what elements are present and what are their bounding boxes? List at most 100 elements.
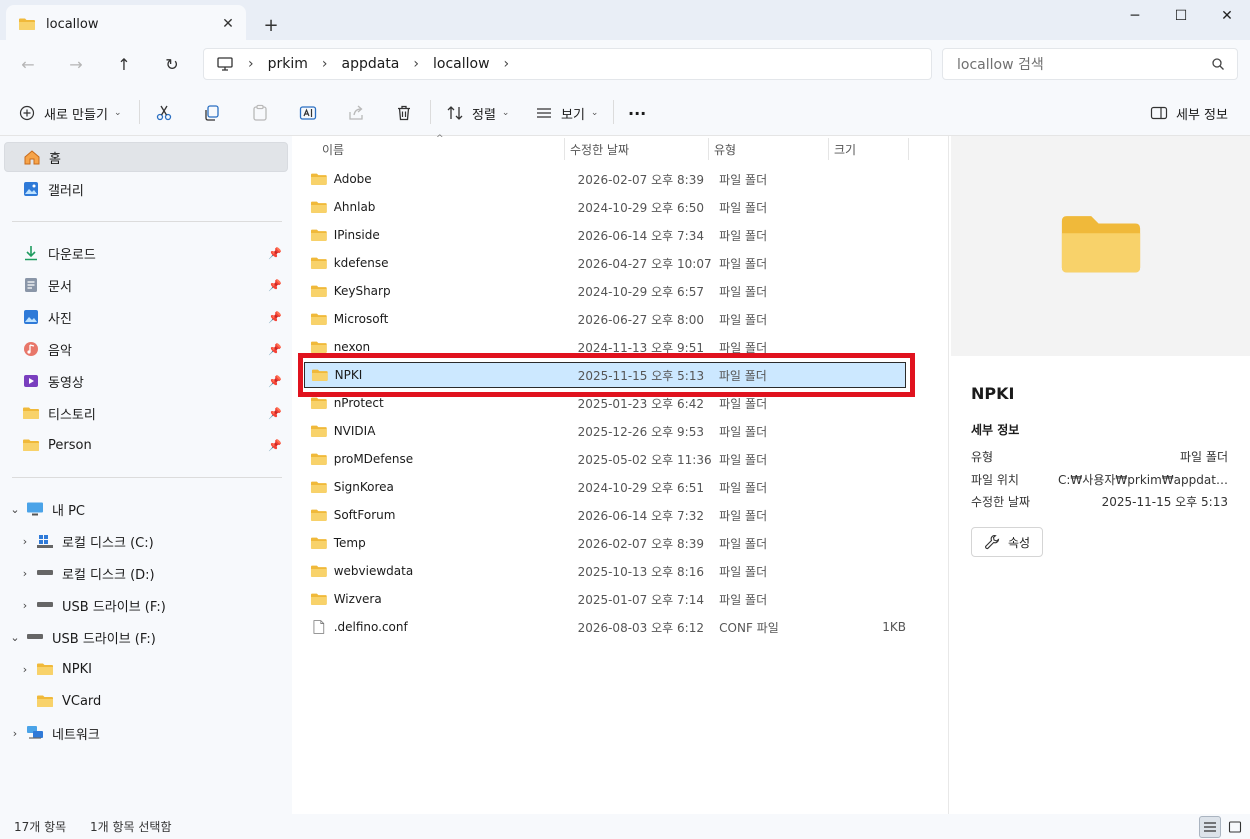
- new-tab-button[interactable]: +: [258, 12, 284, 38]
- breadcrumb-prkim[interactable]: prkim: [268, 56, 308, 72]
- chevron-right-icon[interactable]: ›: [322, 56, 328, 72]
- cell-type: 파일 폴더: [718, 368, 767, 383]
- table-row[interactable]: Wizvera 2025-01-07 오후 7:14 파일 폴더: [304, 586, 906, 612]
- sidebar-item-usb-f-1[interactable]: › USB 드라이브 (F:): [18, 590, 302, 620]
- sidebar-item-vcard[interactable]: VCard: [18, 686, 302, 716]
- delete-button[interactable]: [395, 100, 421, 126]
- pin-icon[interactable]: 📌: [268, 343, 282, 356]
- pin-icon[interactable]: 📌: [268, 247, 282, 260]
- table-row[interactable]: webviewdata 2025-10-13 오후 8:16 파일 폴더: [304, 558, 906, 584]
- table-row[interactable]: Adobe 2026-02-07 오후 8:39 파일 폴더: [304, 166, 906, 192]
- folder-icon: [310, 200, 328, 214]
- sidebar-item-drive-c[interactable]: › 로컬 디스크 (C:): [18, 526, 302, 556]
- pin-icon[interactable]: 📌: [268, 439, 282, 452]
- column-header-size[interactable]: 크기: [828, 136, 908, 162]
- cell-type: 파일 폴더: [719, 172, 768, 187]
- cut-button[interactable]: [155, 100, 181, 126]
- table-row[interactable]: IPinside 2026-06-14 오후 7:34 파일 폴더: [304, 222, 906, 248]
- table-row[interactable]: Temp 2026-02-07 오후 8:39 파일 폴더: [304, 530, 906, 556]
- tab-locallow[interactable]: locallow ✕: [6, 5, 246, 43]
- table-row[interactable]: proMDefense 2025-05-02 오후 11:36 파일 폴더: [304, 446, 906, 472]
- pin-icon[interactable]: 📌: [268, 375, 282, 388]
- column-header-name[interactable]: 이름: [316, 136, 564, 162]
- search-input[interactable]: locallow 검색: [942, 48, 1238, 80]
- column-header-type[interactable]: 유형: [708, 136, 828, 162]
- sidebar-item-drive-d[interactable]: › 로컬 디스크 (D:): [18, 558, 302, 588]
- new-button[interactable]: 새로 만들기 ⌄: [18, 100, 121, 126]
- sidebar-item-network[interactable]: › 네트워크: [8, 718, 292, 748]
- folder-icon: [310, 312, 328, 326]
- up-button[interactable]: ↑: [109, 50, 139, 78]
- paste-button[interactable]: [251, 100, 277, 126]
- chevron-right-icon[interactable]: ›: [18, 567, 32, 580]
- network-icon: [26, 725, 44, 741]
- tiles-view-icon: [1228, 821, 1242, 833]
- details-pane-button[interactable]: 세부 정보: [1150, 100, 1228, 126]
- chevron-right-icon[interactable]: ›: [248, 56, 254, 72]
- folder-icon: [310, 452, 328, 466]
- sidebar-item-videos[interactable]: 동영상 📌: [4, 366, 288, 396]
- cell-type: 파일 폴더: [719, 312, 768, 327]
- cell-name: KeySharp: [333, 284, 391, 298]
- sidebar-item-pictures[interactable]: 사진 📌: [4, 302, 288, 332]
- chevron-down-icon[interactable]: ⌄: [8, 503, 22, 516]
- rename-button[interactable]: [299, 100, 325, 126]
- pin-icon[interactable]: 📌: [268, 279, 282, 292]
- refresh-button[interactable]: ↻: [157, 50, 187, 78]
- table-row[interactable]: Ahnlab 2024-10-29 오후 6:50 파일 폴더: [304, 194, 906, 220]
- table-row[interactable]: Microsoft 2026-06-27 오후 8:00 파일 폴더: [304, 306, 906, 332]
- sidebar-item-documents[interactable]: 문서 📌: [4, 270, 288, 300]
- pc-icon: [26, 501, 44, 517]
- minimize-icon[interactable]: ─: [1112, 0, 1158, 32]
- chevron-down-icon[interactable]: ⌄: [8, 631, 22, 644]
- sidebar-item-downloads[interactable]: 다운로드 📌: [4, 238, 288, 268]
- sidebar-item-home[interactable]: 홈: [4, 142, 288, 172]
- maximize-icon[interactable]: ☐: [1158, 0, 1204, 32]
- table-row[interactable]: kdefense 2026-04-27 오후 10:07 파일 폴더: [304, 250, 906, 276]
- column-header-date[interactable]: 수정한 날짜: [564, 136, 708, 162]
- table-row[interactable]: .delfino.conf 2026-08-03 오후 6:12 CONF 파일 1K…: [304, 614, 906, 640]
- sidebar-item-gallery[interactable]: 갤러리: [4, 174, 288, 204]
- table-row[interactable]: SignKorea 2024-10-29 오후 6:51 파일 폴더: [304, 474, 906, 500]
- table-row[interactable]: nProtect 2025-01-23 오후 6:42 파일 폴더: [304, 390, 906, 416]
- close-window-icon[interactable]: ✕: [1204, 0, 1250, 32]
- trash-icon: [395, 104, 413, 122]
- table-row[interactable]: KeySharp 2024-10-29 오후 6:57 파일 폴더: [304, 278, 906, 304]
- chevron-right-icon[interactable]: ›: [8, 727, 22, 740]
- cell-name: kdefense: [333, 256, 389, 270]
- chevron-right-icon[interactable]: ›: [18, 663, 32, 676]
- copy-button[interactable]: [203, 100, 229, 126]
- sort-button[interactable]: 정렬 ⌄: [446, 100, 509, 126]
- properties-button[interactable]: 속성: [971, 527, 1043, 557]
- table-row[interactable]: SoftForum 2026-06-14 오후 7:32 파일 폴더: [304, 502, 906, 528]
- view-button[interactable]: 보기 ⌄: [535, 100, 598, 126]
- home-icon: [23, 149, 41, 165]
- table-row[interactable]: nexon 2024-11-13 오후 9:51 파일 폴더: [304, 334, 906, 360]
- pin-icon[interactable]: 📌: [268, 407, 282, 420]
- sidebar-item-this-pc[interactable]: ⌄ 내 PC: [8, 494, 292, 524]
- more-options-button[interactable]: ···: [628, 100, 646, 126]
- close-tab-icon[interactable]: ✕: [214, 10, 242, 38]
- sidebar-item-music[interactable]: 음악 📌: [4, 334, 288, 364]
- sidebar-item-npki[interactable]: › NPKI: [18, 654, 302, 684]
- table-row[interactable]: NVIDIA 2025-12-26 오후 9:53 파일 폴더: [304, 418, 906, 444]
- cell-name: .delfino.conf: [333, 620, 408, 634]
- chevron-right-icon[interactable]: ›: [504, 56, 510, 72]
- address-bar[interactable]: › prkim › appdata › locallow ›: [203, 48, 932, 80]
- table-row[interactable]: NPKI 2025-11-15 오후 5:13 파일 폴더: [304, 362, 906, 388]
- pin-icon[interactable]: 📌: [268, 311, 282, 324]
- chevron-right-icon[interactable]: ›: [18, 535, 32, 548]
- breadcrumb-appdata[interactable]: appdata: [342, 56, 400, 72]
- sidebar-item-usb-f-2[interactable]: ⌄ USB 드라이브 (F:): [8, 622, 292, 652]
- back-button[interactable]: ←: [13, 50, 43, 78]
- forward-button[interactable]: →: [61, 50, 91, 78]
- chevron-right-icon[interactable]: ›: [413, 56, 419, 72]
- cell-date: 2026-02-07 오후 8:39: [577, 536, 704, 551]
- details-view-button[interactable]: [1199, 816, 1221, 838]
- chevron-right-icon[interactable]: ›: [18, 599, 32, 612]
- tiles-view-button[interactable]: [1224, 816, 1246, 838]
- breadcrumb-locallow[interactable]: locallow: [433, 56, 490, 72]
- sidebar-item-person[interactable]: Person 📌: [4, 430, 288, 460]
- share-button[interactable]: [347, 100, 373, 126]
- sidebar-item-tistory[interactable]: 티스토리 📌: [4, 398, 288, 428]
